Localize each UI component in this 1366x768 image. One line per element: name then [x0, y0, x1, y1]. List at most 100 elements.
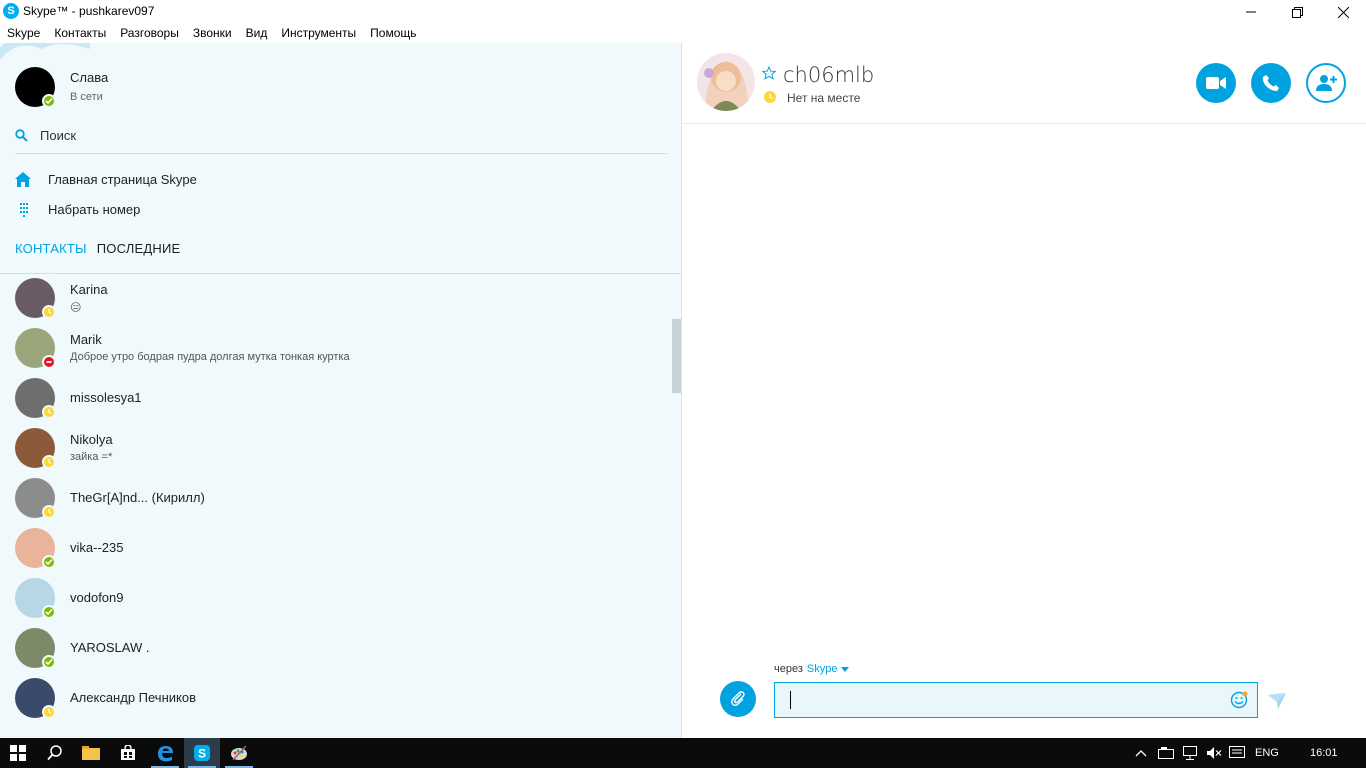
store-button[interactable] — [110, 738, 146, 768]
via-label: через — [774, 663, 803, 675]
search-icon — [15, 128, 28, 142]
sidebar: Слава В сети Поиск Главная страница Skyp… — [0, 43, 682, 738]
away-status-icon — [764, 91, 776, 103]
tray-keyboard[interactable] — [1158, 738, 1174, 768]
attach-button[interactable] — [720, 681, 756, 717]
menu-help[interactable]: Помощь — [363, 24, 423, 43]
tab-recent[interactable]: ПОСЛЕДНИЕ — [97, 241, 181, 256]
menu-conversations[interactable]: Разговоры — [113, 24, 186, 43]
profile-status[interactable]: В сети — [70, 91, 103, 103]
emoticon-icon[interactable] — [1230, 691, 1248, 709]
phone-icon — [1262, 75, 1279, 91]
home-label: Главная страница Skype — [48, 171, 197, 187]
video-camera-icon — [1206, 77, 1226, 89]
away-status-icon — [42, 405, 56, 419]
online-status-icon — [42, 94, 56, 108]
conversation-panel: ch06mlb Нет на месте через Skype — [683, 43, 1366, 738]
contact-status: Нет на месте — [787, 91, 861, 105]
favorite-star-icon[interactable] — [762, 66, 776, 80]
cloud-decoration — [0, 43, 90, 60]
contact-item[interactable]: TheGr[A]nd... (Кирилл) — [0, 474, 670, 524]
menu-view[interactable]: Вид — [239, 24, 275, 43]
contact-name[interactable]: ch06mlb — [783, 63, 874, 87]
skype-app-icon[interactable]: S — [3, 3, 19, 19]
contact-item[interactable]: vodofon9 — [0, 574, 670, 624]
edge-icon — [158, 746, 173, 762]
minimize-icon — [1246, 11, 1256, 13]
search-label: Поиск — [40, 127, 77, 143]
edge-browser-button[interactable] — [147, 738, 183, 768]
contact-item[interactable]: Nikolya зайка =* — [0, 424, 670, 474]
text-cursor — [790, 691, 791, 709]
clock[interactable]: 16:01 — [1310, 738, 1338, 768]
message-input-box — [774, 682, 1258, 718]
voice-call-button[interactable] — [1251, 63, 1291, 103]
scrollbar-thumb[interactable] — [672, 319, 681, 393]
title-bar: S Skype™ - pushkarev097 — [0, 0, 1366, 24]
contact-tabs: КОНТАКТЫ ПОСЛЕДНИЕ — [15, 241, 190, 256]
message-input[interactable] — [775, 683, 1225, 717]
chevron-up-icon — [1135, 750, 1147, 757]
close-button[interactable] — [1320, 0, 1366, 24]
online-status-icon — [42, 655, 56, 669]
folder-icon — [82, 746, 100, 760]
profile-name[interactable]: Слава — [70, 70, 108, 85]
skype-home-link[interactable]: Главная страница Skype — [15, 169, 197, 189]
contact-item[interactable]: Karina 😑 — [0, 274, 670, 324]
menu-skype[interactable]: Skype — [0, 24, 47, 43]
contact-list[interactable]: Karina 😑 Marik Доброе утро бодрая пудра дол… — [0, 274, 681, 738]
contact-name: Nikolya — [70, 432, 113, 447]
add-people-button[interactable] — [1306, 63, 1346, 103]
contact-name: missolesya1 — [70, 390, 142, 405]
restore-button[interactable] — [1274, 0, 1320, 24]
contact-name: Karina — [70, 282, 108, 297]
close-icon — [1337, 6, 1349, 18]
dial-pad-link[interactable]: Набрать номер — [15, 199, 140, 219]
send-icon[interactable] — [1268, 693, 1286, 709]
volume-muted-icon — [1207, 747, 1222, 759]
contact-name: vika--235 — [70, 540, 124, 555]
file-explorer-button[interactable] — [73, 738, 109, 768]
conversation-header: ch06mlb Нет на месте — [683, 43, 1366, 124]
action-center-icon — [1229, 746, 1245, 758]
start-button[interactable] — [0, 738, 36, 768]
menu-calls[interactable]: Звонки — [186, 24, 239, 43]
skype-taskbar-button[interactable]: S — [184, 738, 220, 768]
window-title: Skype™ - pushkarev097 — [23, 4, 155, 18]
dial-label: Набрать номер — [48, 201, 141, 217]
contact-item[interactable]: YAROSLAW . — [0, 624, 670, 674]
add-user-icon — [1316, 75, 1337, 91]
contact-item[interactable]: Александр Печников — [0, 674, 670, 724]
do-not-disturb-icon — [42, 355, 56, 369]
contact-name: Marik — [70, 332, 102, 347]
tray-volume[interactable] — [1206, 738, 1222, 768]
send-via-selector[interactable]: через Skype — [774, 663, 850, 675]
svg-text:S: S — [198, 747, 206, 761]
tray-notifications[interactable] — [1229, 738, 1245, 768]
away-status-icon — [42, 455, 56, 469]
contact-item[interactable]: missolesya1 — [0, 374, 670, 424]
tab-contacts[interactable]: КОНТАКТЫ — [15, 241, 87, 256]
windows-icon — [10, 745, 26, 761]
away-status-icon — [42, 305, 56, 319]
minimize-button[interactable] — [1228, 0, 1274, 24]
contact-mood-message: зайка =* — [70, 451, 113, 463]
contact-item[interactable]: Marik Доброе утро бодрая пудра долгая мут… — [0, 324, 670, 374]
via-service[interactable]: Skype — [807, 663, 838, 675]
menu-tools[interactable]: Инструменты — [274, 24, 363, 43]
store-bag-icon — [121, 745, 135, 760]
tray-network[interactable] — [1182, 738, 1198, 768]
video-call-button[interactable] — [1196, 63, 1236, 103]
search-box[interactable]: Поиск — [15, 125, 76, 145]
input-language[interactable]: ENG — [1255, 738, 1279, 768]
contact-name: TheGr[A]nd... (Кирилл) — [70, 490, 205, 505]
paint-palette-icon — [231, 745, 247, 761]
contact-name: vodofon9 — [70, 590, 124, 605]
menu-contacts[interactable]: Контакты — [47, 24, 113, 43]
away-status-icon — [42, 705, 56, 719]
paint-button[interactable] — [221, 738, 257, 768]
taskbar-search-button[interactable] — [37, 738, 73, 768]
contact-avatar[interactable] — [697, 53, 755, 111]
show-hidden-icons[interactable] — [1135, 738, 1147, 768]
contact-item[interactable]: vika--235 — [0, 524, 670, 574]
